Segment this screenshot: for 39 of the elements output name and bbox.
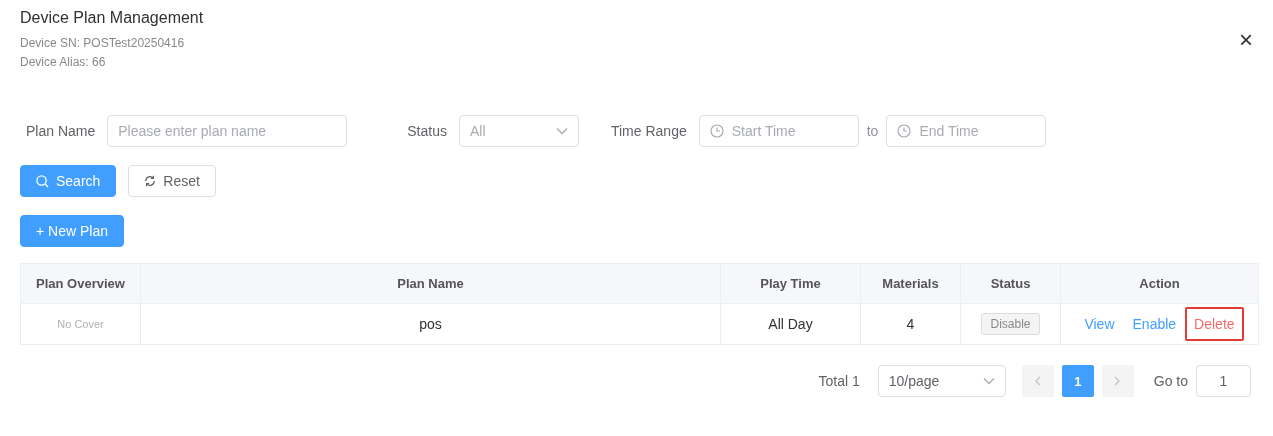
input-field[interactable]: Please enter plan name bbox=[107, 115, 348, 147]
delete-link[interactable]: Delete bbox=[1185, 307, 1244, 341]
chevron-left-icon bbox=[1034, 376, 1042, 386]
table-cell: 4 bbox=[860, 304, 960, 344]
chevron-down-icon bbox=[982, 377, 995, 385]
column-header: Plan Overview bbox=[35, 275, 126, 293]
reset-button[interactable]: Reset bbox=[128, 165, 216, 197]
clock-icon bbox=[709, 124, 724, 138]
next-page-button[interactable] bbox=[1101, 365, 1134, 397]
action-link[interactable]: View bbox=[1075, 307, 1124, 341]
chevron-down-icon bbox=[555, 127, 568, 135]
goto-input[interactable]: 1 bbox=[1196, 365, 1251, 397]
date-field[interactable]: End Time bbox=[886, 115, 1047, 147]
range-separator: to bbox=[866, 123, 879, 139]
search-button[interactable]: Search bbox=[20, 165, 117, 197]
new-plan-button[interactable]: + New Plan bbox=[20, 215, 124, 247]
select-field[interactable]: All bbox=[458, 115, 579, 147]
goto-label: Go to bbox=[1153, 373, 1188, 389]
total-count: Total 1 bbox=[818, 373, 860, 389]
date-field[interactable]: Start Time bbox=[698, 115, 859, 147]
table-cell: All Day bbox=[720, 304, 860, 344]
page-button[interactable]: 1 bbox=[1061, 365, 1094, 397]
device-info: Device Alias: 66 bbox=[20, 54, 106, 71]
status-tag: Disable bbox=[981, 313, 1040, 335]
device-info: Device SN: POSTest20250416 bbox=[20, 35, 185, 52]
previous-page-button[interactable] bbox=[1021, 365, 1054, 397]
filter-label: Status bbox=[407, 123, 447, 139]
no-cover-text: No Cover bbox=[57, 318, 104, 330]
clock-icon bbox=[897, 124, 912, 138]
chevron-right-icon bbox=[1114, 376, 1122, 386]
action-link[interactable]: Enable bbox=[1123, 307, 1186, 341]
filter-label: Plan Name bbox=[26, 123, 96, 139]
close-button[interactable]: × bbox=[1239, 28, 1253, 52]
filter-label: Time Range bbox=[610, 123, 687, 139]
search-icon bbox=[36, 174, 49, 188]
dialog-title: Device Plan Management bbox=[20, 8, 204, 28]
table-cell: pos bbox=[140, 304, 720, 344]
refresh-icon bbox=[144, 175, 157, 187]
page-size-select[interactable]: 10/page bbox=[877, 365, 1006, 397]
